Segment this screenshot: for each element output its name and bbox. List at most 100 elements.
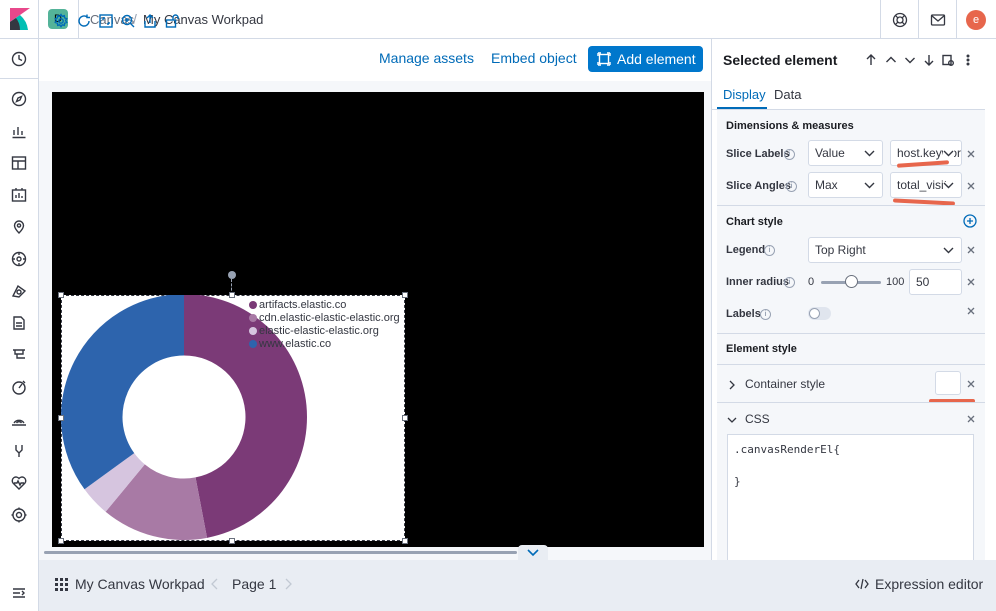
resize-handle[interactable] [402,415,408,421]
css-editor[interactable]: .canvasRenderEl{ } [727,434,974,560]
maps-icon[interactable] [10,218,28,236]
embed-object-link[interactable]: Embed object [491,50,577,66]
chevron-left-icon[interactable] [210,578,220,590]
chevron-down-icon[interactable] [727,413,737,423]
resize-handle[interactable] [402,538,408,544]
nav-divider [0,78,38,79]
breadcrumb-workpad: My Canvas Workpad [143,12,264,27]
fullscreen-icon[interactable] [98,13,114,29]
inner-radius-input[interactable]: 50 [909,269,962,295]
section-title-element-style: Element style [726,343,797,355]
logs-icon[interactable] [10,314,28,332]
mail-icon[interactable] [929,11,947,29]
add-element-button[interactable]: Add element [588,46,703,72]
slice-angles-field-select[interactable]: total_visits [890,172,962,198]
kibana-logo-icon[interactable] [10,8,30,30]
section-divider [717,333,985,334]
pie-slice [61,295,184,490]
share-icon[interactable] [142,13,158,29]
labels-toggle[interactable] [808,307,831,320]
chevron-down-icon [943,150,954,157]
css-line: .canvasRenderEl{ [734,443,840,456]
monitoring-icon[interactable] [10,474,28,492]
unlock-icon[interactable] [164,13,180,29]
bring-forward-icon[interactable] [885,54,897,66]
resize-handle[interactable] [229,292,235,298]
chevron-right-icon[interactable] [283,578,293,590]
slice-labels-function-select[interactable]: Value [808,140,883,166]
css-line: } [734,475,741,488]
legend-swatch [249,314,257,322]
chevron-down-icon [943,182,954,189]
code-icon[interactable] [855,578,869,590]
info-icon[interactable]: i [786,181,797,192]
discover-icon[interactable] [10,90,28,108]
tab-data[interactable]: Data [774,87,801,102]
uptime-icon[interactable] [10,378,28,396]
legend-swatch [249,327,257,335]
slider-max-label: 100 [886,276,905,288]
recent-icon[interactable] [10,50,28,68]
remove-icon[interactable] [966,149,976,159]
remove-icon[interactable] [966,181,976,191]
section-title-chart-style: Chart style [726,216,783,228]
legend-label: Legend [726,244,766,256]
workpad-name[interactable]: My Canvas Workpad [75,576,205,592]
ml-icon[interactable] [10,250,28,268]
info-icon[interactable]: i [784,149,795,160]
legend-position-select[interactable]: Top Right [808,237,962,263]
container-color-swatch[interactable] [935,371,961,395]
remove-icon[interactable] [966,379,976,389]
page-manager-toggle[interactable] [518,545,548,561]
horizontal-scrollbar[interactable] [44,551,517,554]
settings-icon[interactable] [53,13,69,29]
user-avatar[interactable]: e [966,10,986,30]
expression-editor-button[interactable]: Expression editor [875,576,983,592]
info-icon[interactable]: i [784,277,795,288]
chevron-right-icon[interactable] [727,378,737,390]
remove-icon[interactable] [966,414,976,424]
rotation-handle[interactable] [228,271,236,279]
zoom-icon[interactable] [120,13,136,29]
slice-angles-function-select[interactable]: Max [808,172,883,198]
slice-labels-label: Slice Labels [726,148,790,160]
inner-radius-slider-thumb[interactable] [845,275,858,288]
remove-icon[interactable] [966,306,976,316]
send-backward-icon[interactable] [904,54,916,66]
siem-icon[interactable] [10,410,28,428]
info-icon[interactable]: i [760,309,771,320]
more-options-icon[interactable] [962,54,974,66]
page-indicator[interactable]: Page 1 [232,576,276,592]
help-icon[interactable] [891,11,909,29]
legend-label: elastic-elastic-elastic.org [259,325,379,337]
resize-handle[interactable] [402,292,408,298]
css-section-toggle[interactable]: CSS [745,412,770,426]
apm-icon[interactable] [10,346,28,364]
container-style-toggle[interactable]: Container style [745,377,825,391]
send-to-back-icon[interactable] [923,54,935,66]
resize-handle[interactable] [229,538,235,544]
chevron-down-icon [943,247,954,254]
manage-assets-link[interactable]: Manage assets [379,50,474,66]
dev-tools-icon[interactable] [10,442,28,460]
header-divider [880,0,881,39]
dashboard-icon[interactable] [10,154,28,172]
remove-icon[interactable] [966,245,976,255]
add-style-icon[interactable] [963,214,977,228]
info-icon[interactable]: i [764,245,775,256]
infrastructure-icon[interactable] [10,282,28,300]
resize-handle[interactable] [58,415,64,421]
management-icon[interactable] [10,506,28,524]
legend-swatch [249,340,257,348]
tab-display[interactable]: Display [723,87,766,102]
visualize-icon[interactable] [10,122,28,140]
refresh-icon[interactable] [76,13,92,29]
remove-icon[interactable] [966,277,976,287]
resize-handle[interactable] [58,538,64,544]
collapse-nav-icon[interactable] [10,584,28,602]
save-element-icon[interactable] [942,54,954,66]
bring-to-front-icon[interactable] [865,54,877,66]
canvas-icon[interactable] [10,186,28,204]
grid-icon[interactable] [55,578,68,591]
resize-handle[interactable] [58,292,64,298]
